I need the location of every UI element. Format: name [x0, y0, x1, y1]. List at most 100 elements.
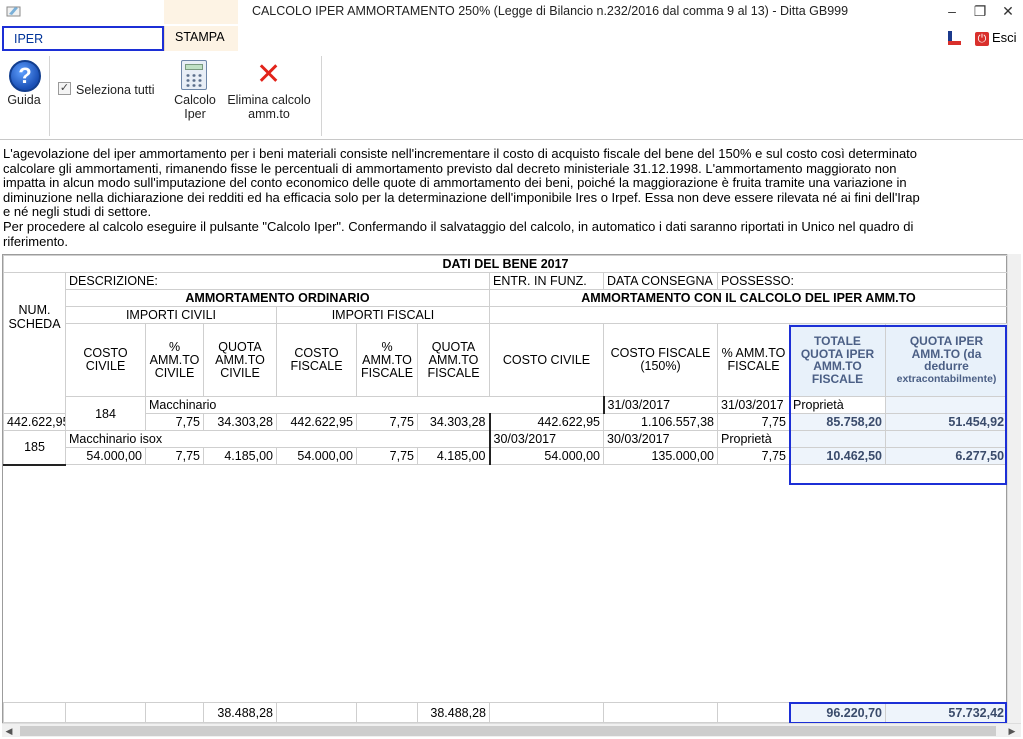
- quota-iper-cell: 51.454,92: [884, 413, 1009, 431]
- data-consegna-header: DATA CONSEGNA: [603, 272, 718, 290]
- scroll-right-icon[interactable]: ▶: [1005, 724, 1019, 738]
- esci-button[interactable]: ⏻ Esci: [975, 29, 1017, 49]
- ribbon-separator: [49, 56, 50, 136]
- iper-costo-civile-cell[interactable]: 442.622,95: [488, 413, 604, 431]
- col-totale-quota-iper: TOTALE QUOTA IPER AMM.TO FISCALE: [789, 323, 886, 397]
- amm-ordinario-header: AMMORTAMENTO ORDINARIO: [65, 289, 490, 307]
- grid-table: DATI DEL BENE 2017 NUM. SCHEDA DESCRIZIO…: [2, 255, 1009, 466]
- entr-funz-header: ENTR. IN FUNZ.: [489, 272, 604, 290]
- description-line: L'agevolazione del iper ammortamento per…: [3, 146, 918, 161]
- total-empty-cell: [276, 702, 357, 723]
- table-row[interactable]: 185 Macchinario isox 30/03/2017 30/03/20…: [3, 430, 1009, 466]
- totale-empty-cell: [789, 430, 886, 448]
- description-line: impatta in alcun modo sull'imputazione d…: [3, 175, 907, 191]
- scroll-thumb[interactable]: [20, 726, 996, 736]
- entr-funz-cell[interactable]: 30/03/2017: [488, 430, 604, 448]
- col-amm-fiscale: % AMM.TO FISCALE: [356, 323, 418, 397]
- minimize-button[interactable]: –: [937, 1, 967, 21]
- calcolo-iper-button[interactable]: Calcolo Iper: [170, 93, 220, 121]
- amm-civile-cell[interactable]: 7,75: [145, 447, 204, 465]
- col-quota-iper-line2: dedurre: [924, 359, 969, 373]
- tab-stampa[interactable]: STAMPA: [164, 26, 238, 51]
- description-line: calcolare gli ammortamenti, rimanendo fi…: [3, 160, 897, 176]
- data-consegna-cell[interactable]: 31/03/2017: [717, 396, 790, 414]
- description-line: e né negli studi di settore.: [3, 204, 152, 220]
- descrizione-cell[interactable]: Macchinario isox: [65, 430, 490, 448]
- costo-civile-cell[interactable]: 54.000,00: [65, 447, 146, 465]
- col-iper-amm-fiscale: % AMM.TO FISCALE: [717, 323, 790, 397]
- amm-fiscale-cell[interactable]: 7,75: [356, 413, 418, 431]
- elimina-label-line2: amm.to: [248, 107, 290, 121]
- amm-fiscale-cell[interactable]: 7,75: [356, 447, 418, 465]
- descrizione-cell[interactable]: Macchinario: [145, 396, 604, 414]
- title-bar: CALCOLO IPER AMMORTAMENTO 250% (Legge di…: [0, 0, 1023, 24]
- restore-button[interactable]: ❐: [965, 1, 995, 21]
- col-iper-costo-fiscale: COSTO FISCALE (150%): [603, 323, 718, 397]
- total-empty-cell: [717, 702, 790, 723]
- guida-label[interactable]: Guida: [4, 93, 44, 107]
- quota-civile-cell[interactable]: 34.303,28: [203, 413, 277, 431]
- esci-label: Esci: [992, 30, 1017, 45]
- elimina-label-line1: Elimina calcolo: [227, 93, 311, 107]
- data-consegna-cell[interactable]: 30/03/2017: [603, 430, 718, 448]
- quota-fiscale-cell[interactable]: 4.185,00: [417, 447, 490, 465]
- vertical-scrollbar[interactable]: [1007, 254, 1021, 723]
- possesso-cell[interactable]: Proprietà: [789, 396, 886, 414]
- total-empty-cell: [3, 702, 66, 723]
- seleziona-tutti-checkbox[interactable]: ✓: [58, 82, 71, 95]
- descrizione-header: DESCRIZIONE:: [65, 272, 490, 290]
- calculator-icon[interactable]: [181, 60, 207, 90]
- costo-civile-cell[interactable]: 442.622,95: [3, 413, 66, 431]
- total-quota-civile: 38.488,28: [203, 702, 277, 723]
- amm-civile-cell[interactable]: 7,75: [145, 413, 204, 431]
- grid-title: DATI DEL BENE 2017: [2, 255, 1009, 273]
- importi-fiscali-header: IMPORTI FISCALI: [276, 306, 490, 324]
- iper-subheader-spacer: [488, 306, 1009, 324]
- delete-icon[interactable]: ✕: [256, 60, 281, 90]
- total-empty-cell: [356, 702, 418, 723]
- close-button[interactable]: ✕: [993, 1, 1023, 21]
- description-line: diminuzione nella dichiarazione dei redd…: [3, 189, 920, 205]
- col-quota-iper: QUOTA IPER AMM.TO (da dedurre extraconta…: [884, 323, 1009, 397]
- table-row[interactable]: 184 Macchinario 31/03/2017 31/03/2017 Pr…: [4, 396, 1009, 431]
- scroll-left-icon[interactable]: ◀: [2, 724, 16, 738]
- iper-costo-fiscale-cell[interactable]: 135.000,00: [603, 447, 718, 465]
- flag-icon[interactable]: [945, 30, 963, 46]
- help-icon[interactable]: ?: [9, 60, 41, 92]
- scheda-cell: 185: [3, 430, 66, 466]
- col-quota-civile: QUOTA AMM.TO CIVILE: [203, 323, 277, 397]
- calculator-keys: [185, 73, 203, 87]
- iper-costo-civile-cell[interactable]: 54.000,00: [488, 447, 604, 465]
- col-costo-fiscale: COSTO FISCALE: [276, 323, 357, 397]
- col-iper-costo-civile: COSTO CIVILE: [489, 323, 604, 397]
- possesso-cell[interactable]: Proprietà: [717, 430, 790, 448]
- col-quota-iper-line3: extracontabilmente): [896, 372, 997, 385]
- iper-costo-fiscale-cell[interactable]: 1.106.557,38: [603, 413, 718, 431]
- table-row[interactable]: 442.622,95 7,75 34.303,28 442.622,95 7,7…: [3, 413, 1009, 431]
- description-text: L'agevolazione del iper ammortamento per…: [3, 146, 1018, 249]
- ribbon-separator: [321, 56, 322, 136]
- elimina-calcolo-button[interactable]: Elimina calcolo amm.to: [221, 93, 317, 121]
- iper-amm-fiscale-cell[interactable]: 7,75: [717, 447, 790, 465]
- window-title: CALCOLO IPER AMMORTAMENTO 250% (Legge di…: [251, 4, 849, 18]
- totale-quota-cell: 85.758,20: [789, 413, 886, 431]
- tab-iper-ammortamento[interactable]: IPER AMMORTAMENTO: [2, 26, 164, 69]
- importi-civili-header: IMPORTI CIVILI: [65, 306, 277, 324]
- scheda-cell: 184: [65, 396, 146, 431]
- quota-fiscale-cell[interactable]: 34.303,28: [417, 413, 490, 431]
- iper-amm-fiscale-cell[interactable]: 7,75: [717, 413, 790, 431]
- possesso-header: POSSESSO:: [716, 272, 1009, 290]
- seleziona-tutti-label[interactable]: Seleziona tutti: [76, 83, 171, 97]
- total-empty-cell: [603, 702, 718, 723]
- costo-fiscale-cell[interactable]: 442.622,95: [276, 413, 357, 431]
- costo-fiscale-cell[interactable]: 54.000,00: [276, 447, 357, 465]
- num-scheda-header: NUM. SCHEDA: [3, 272, 66, 414]
- col-amm-civile: % AMM.TO CIVILE: [145, 323, 204, 397]
- entr-funz-cell[interactable]: 31/03/2017: [602, 396, 718, 414]
- ribbon-panel: ? Guida ✓ Seleziona tutti Calcolo Iper ✕…: [0, 52, 1023, 140]
- totale-empty-cell: [884, 396, 1009, 414]
- table-row[interactable]: 54.000,00 7,75 4.185,00 54.000,00 7,75 4…: [4, 447, 1009, 465]
- calcolo-label-line1: Calcolo: [174, 93, 216, 107]
- horizontal-scrollbar[interactable]: ◀ ▶: [2, 723, 1021, 737]
- quota-civile-cell[interactable]: 4.185,00: [203, 447, 277, 465]
